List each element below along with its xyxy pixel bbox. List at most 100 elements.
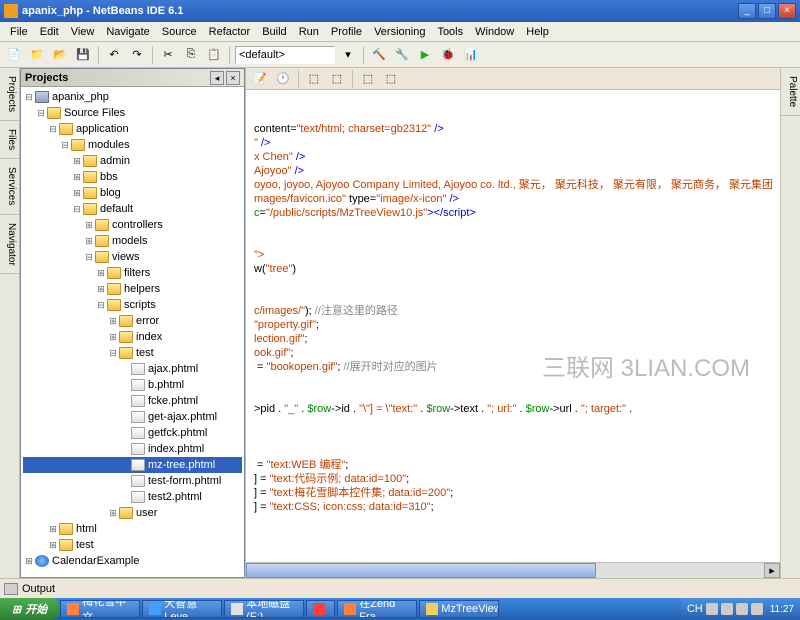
tree-node[interactable]: ⊞index xyxy=(23,329,242,345)
menu-tools[interactable]: Tools xyxy=(431,24,469,40)
tree-node[interactable]: ajax.phtml xyxy=(23,361,242,377)
history-button[interactable]: 🕐 xyxy=(273,69,293,89)
code-editor[interactable]: content="text/html; charset=gb2312" />" … xyxy=(246,90,780,562)
tree-node[interactable]: test-form.phtml xyxy=(23,473,242,489)
taskbar-item[interactable]: 大智慧Leve… xyxy=(142,600,222,618)
redo-button[interactable]: ↷ xyxy=(127,45,147,65)
side-tab-files[interactable]: Files xyxy=(0,121,19,159)
tree-node[interactable]: ⊞controllers xyxy=(23,217,242,233)
project-tree[interactable]: ⊟apanix_php⊟Source Files⊟application⊟mod… xyxy=(21,87,244,577)
tree-node[interactable]: ⊞admin xyxy=(23,153,242,169)
app-icon xyxy=(4,4,18,18)
side-tab-services[interactable]: Services xyxy=(0,159,19,214)
undo-button[interactable]: ↶ xyxy=(104,45,124,65)
clean-build-button[interactable]: 🔧 xyxy=(392,45,412,65)
tree-node[interactable]: getfck.phtml xyxy=(23,425,242,441)
horizontal-scrollbar[interactable]: ▸ xyxy=(246,562,780,578)
tree-node[interactable]: ⊞test xyxy=(23,537,242,553)
taskbar-item[interactable]: 本地磁盘 (F:) xyxy=(224,600,304,618)
menu-refactor[interactable]: Refactor xyxy=(203,24,257,40)
tree-node[interactable]: ⊞helpers xyxy=(23,281,242,297)
left-sidebar-tabs: ProjectsFilesServicesNavigator xyxy=(0,68,20,578)
new-project-button[interactable]: 📁 xyxy=(27,45,47,65)
debug-button[interactable]: 🐞 xyxy=(438,45,458,65)
config-dropdown-button[interactable]: ▾ xyxy=(338,45,358,65)
tray-icon[interactable] xyxy=(721,603,733,615)
run-button[interactable]: ▶ xyxy=(415,45,435,65)
tree-node[interactable]: index.phtml xyxy=(23,441,242,457)
scrollbar-thumb[interactable] xyxy=(246,563,596,578)
tree-node[interactable]: mz-tree.phtml xyxy=(23,457,242,473)
tree-node[interactable]: ⊞filters xyxy=(23,265,242,281)
close-button[interactable]: × xyxy=(778,3,796,19)
menu-source[interactable]: Source xyxy=(156,24,203,40)
editor-tool-4[interactable]: ⬚ xyxy=(381,69,401,89)
editor-tool-1[interactable]: ⬚ xyxy=(304,69,324,89)
menu-edit[interactable]: Edit xyxy=(34,24,65,40)
language-indicator[interactable]: CH xyxy=(687,603,703,615)
tree-node[interactable]: ⊞user xyxy=(23,505,242,521)
taskbar-item[interactable]: 梅花雪中文… xyxy=(60,600,140,618)
editor-tool-3[interactable]: ⬚ xyxy=(358,69,378,89)
side-tab-projects[interactable]: Projects xyxy=(0,68,19,121)
tree-node[interactable]: ⊟apanix_php xyxy=(23,89,242,105)
toolbar: 📄 📁 📂 💾 ↶ ↷ ✂ ⎘ 📋 <default> ▾ 🔨 🔧 ▶ 🐞 📊 xyxy=(0,42,800,68)
tree-node[interactable]: ⊞models xyxy=(23,233,242,249)
tree-node[interactable]: ⊟application xyxy=(23,121,242,137)
side-tab-palette[interactable]: Palette xyxy=(781,68,800,116)
taskbar-item[interactable] xyxy=(306,600,335,618)
menu-view[interactable]: View xyxy=(65,24,101,40)
side-tab-navigator[interactable]: Navigator xyxy=(0,215,19,275)
minimize-button[interactable]: _ xyxy=(738,3,756,19)
maximize-button[interactable]: □ xyxy=(758,3,776,19)
menu-profile[interactable]: Profile xyxy=(325,24,368,40)
tree-node[interactable]: ⊟scripts xyxy=(23,297,242,313)
output-icon xyxy=(4,583,18,595)
profile-button[interactable]: 📊 xyxy=(461,45,481,65)
menu-build[interactable]: Build xyxy=(256,24,292,40)
tree-node[interactable]: ⊞bbs xyxy=(23,169,242,185)
clock[interactable]: 11:27 xyxy=(770,604,794,615)
tray-icon[interactable] xyxy=(706,603,718,615)
scrollbar-right-arrow[interactable]: ▸ xyxy=(764,563,780,578)
tray-icon[interactable] xyxy=(736,603,748,615)
tree-node[interactable]: b.phtml xyxy=(23,377,242,393)
system-tray[interactable]: CH 11:27 xyxy=(681,598,800,620)
cut-button[interactable]: ✂ xyxy=(158,45,178,65)
paste-button[interactable]: 📋 xyxy=(204,45,224,65)
menu-file[interactable]: File xyxy=(4,24,34,40)
copy-button[interactable]: ⎘ xyxy=(181,45,201,65)
tree-node[interactable]: ⊞html xyxy=(23,521,242,537)
open-button[interactable]: 📂 xyxy=(50,45,70,65)
source-button[interactable]: 📝 xyxy=(250,69,270,89)
new-file-button[interactable]: 📄 xyxy=(4,45,24,65)
tree-node[interactable]: ⊞blog xyxy=(23,185,242,201)
taskbar-item[interactable]: MzTreeView10 xyxy=(419,600,499,618)
tree-node[interactable]: ⊟default xyxy=(23,201,242,217)
tree-node[interactable]: ⊟views xyxy=(23,249,242,265)
start-button[interactable]: ⊞开始 xyxy=(0,598,59,620)
tree-node[interactable]: fcke.phtml xyxy=(23,393,242,409)
taskbar-item[interactable]: 在Zend Fra… xyxy=(337,600,417,618)
menu-window[interactable]: Window xyxy=(469,24,520,40)
tree-node[interactable]: ⊟modules xyxy=(23,137,242,153)
tree-node[interactable]: ⊞CalendarExample xyxy=(23,553,242,569)
panel-close-button[interactable]: × xyxy=(226,71,240,85)
tree-node[interactable]: ⊟Source Files xyxy=(23,105,242,121)
output-bar[interactable]: Output xyxy=(0,578,800,598)
editor-tool-2[interactable]: ⬚ xyxy=(327,69,347,89)
tray-icon[interactable] xyxy=(751,603,763,615)
menu-navigate[interactable]: Navigate xyxy=(100,24,155,40)
menu-help[interactable]: Help xyxy=(520,24,555,40)
tree-node[interactable]: get-ajax.phtml xyxy=(23,409,242,425)
build-button[interactable]: 🔨 xyxy=(369,45,389,65)
tree-node[interactable]: test2.phtml xyxy=(23,489,242,505)
save-all-button[interactable]: 💾 xyxy=(73,45,93,65)
menu-versioning[interactable]: Versioning xyxy=(368,24,431,40)
menu-run[interactable]: Run xyxy=(293,24,325,40)
tree-node[interactable]: ⊞error xyxy=(23,313,242,329)
editor-toolbar: 📝 🕐 ⬚ ⬚ ⬚ ⬚ xyxy=(246,68,780,90)
config-combo[interactable]: <default> xyxy=(235,46,335,64)
tree-node[interactable]: ⊟test xyxy=(23,345,242,361)
panel-minimize-button[interactable]: ◂ xyxy=(210,71,224,85)
